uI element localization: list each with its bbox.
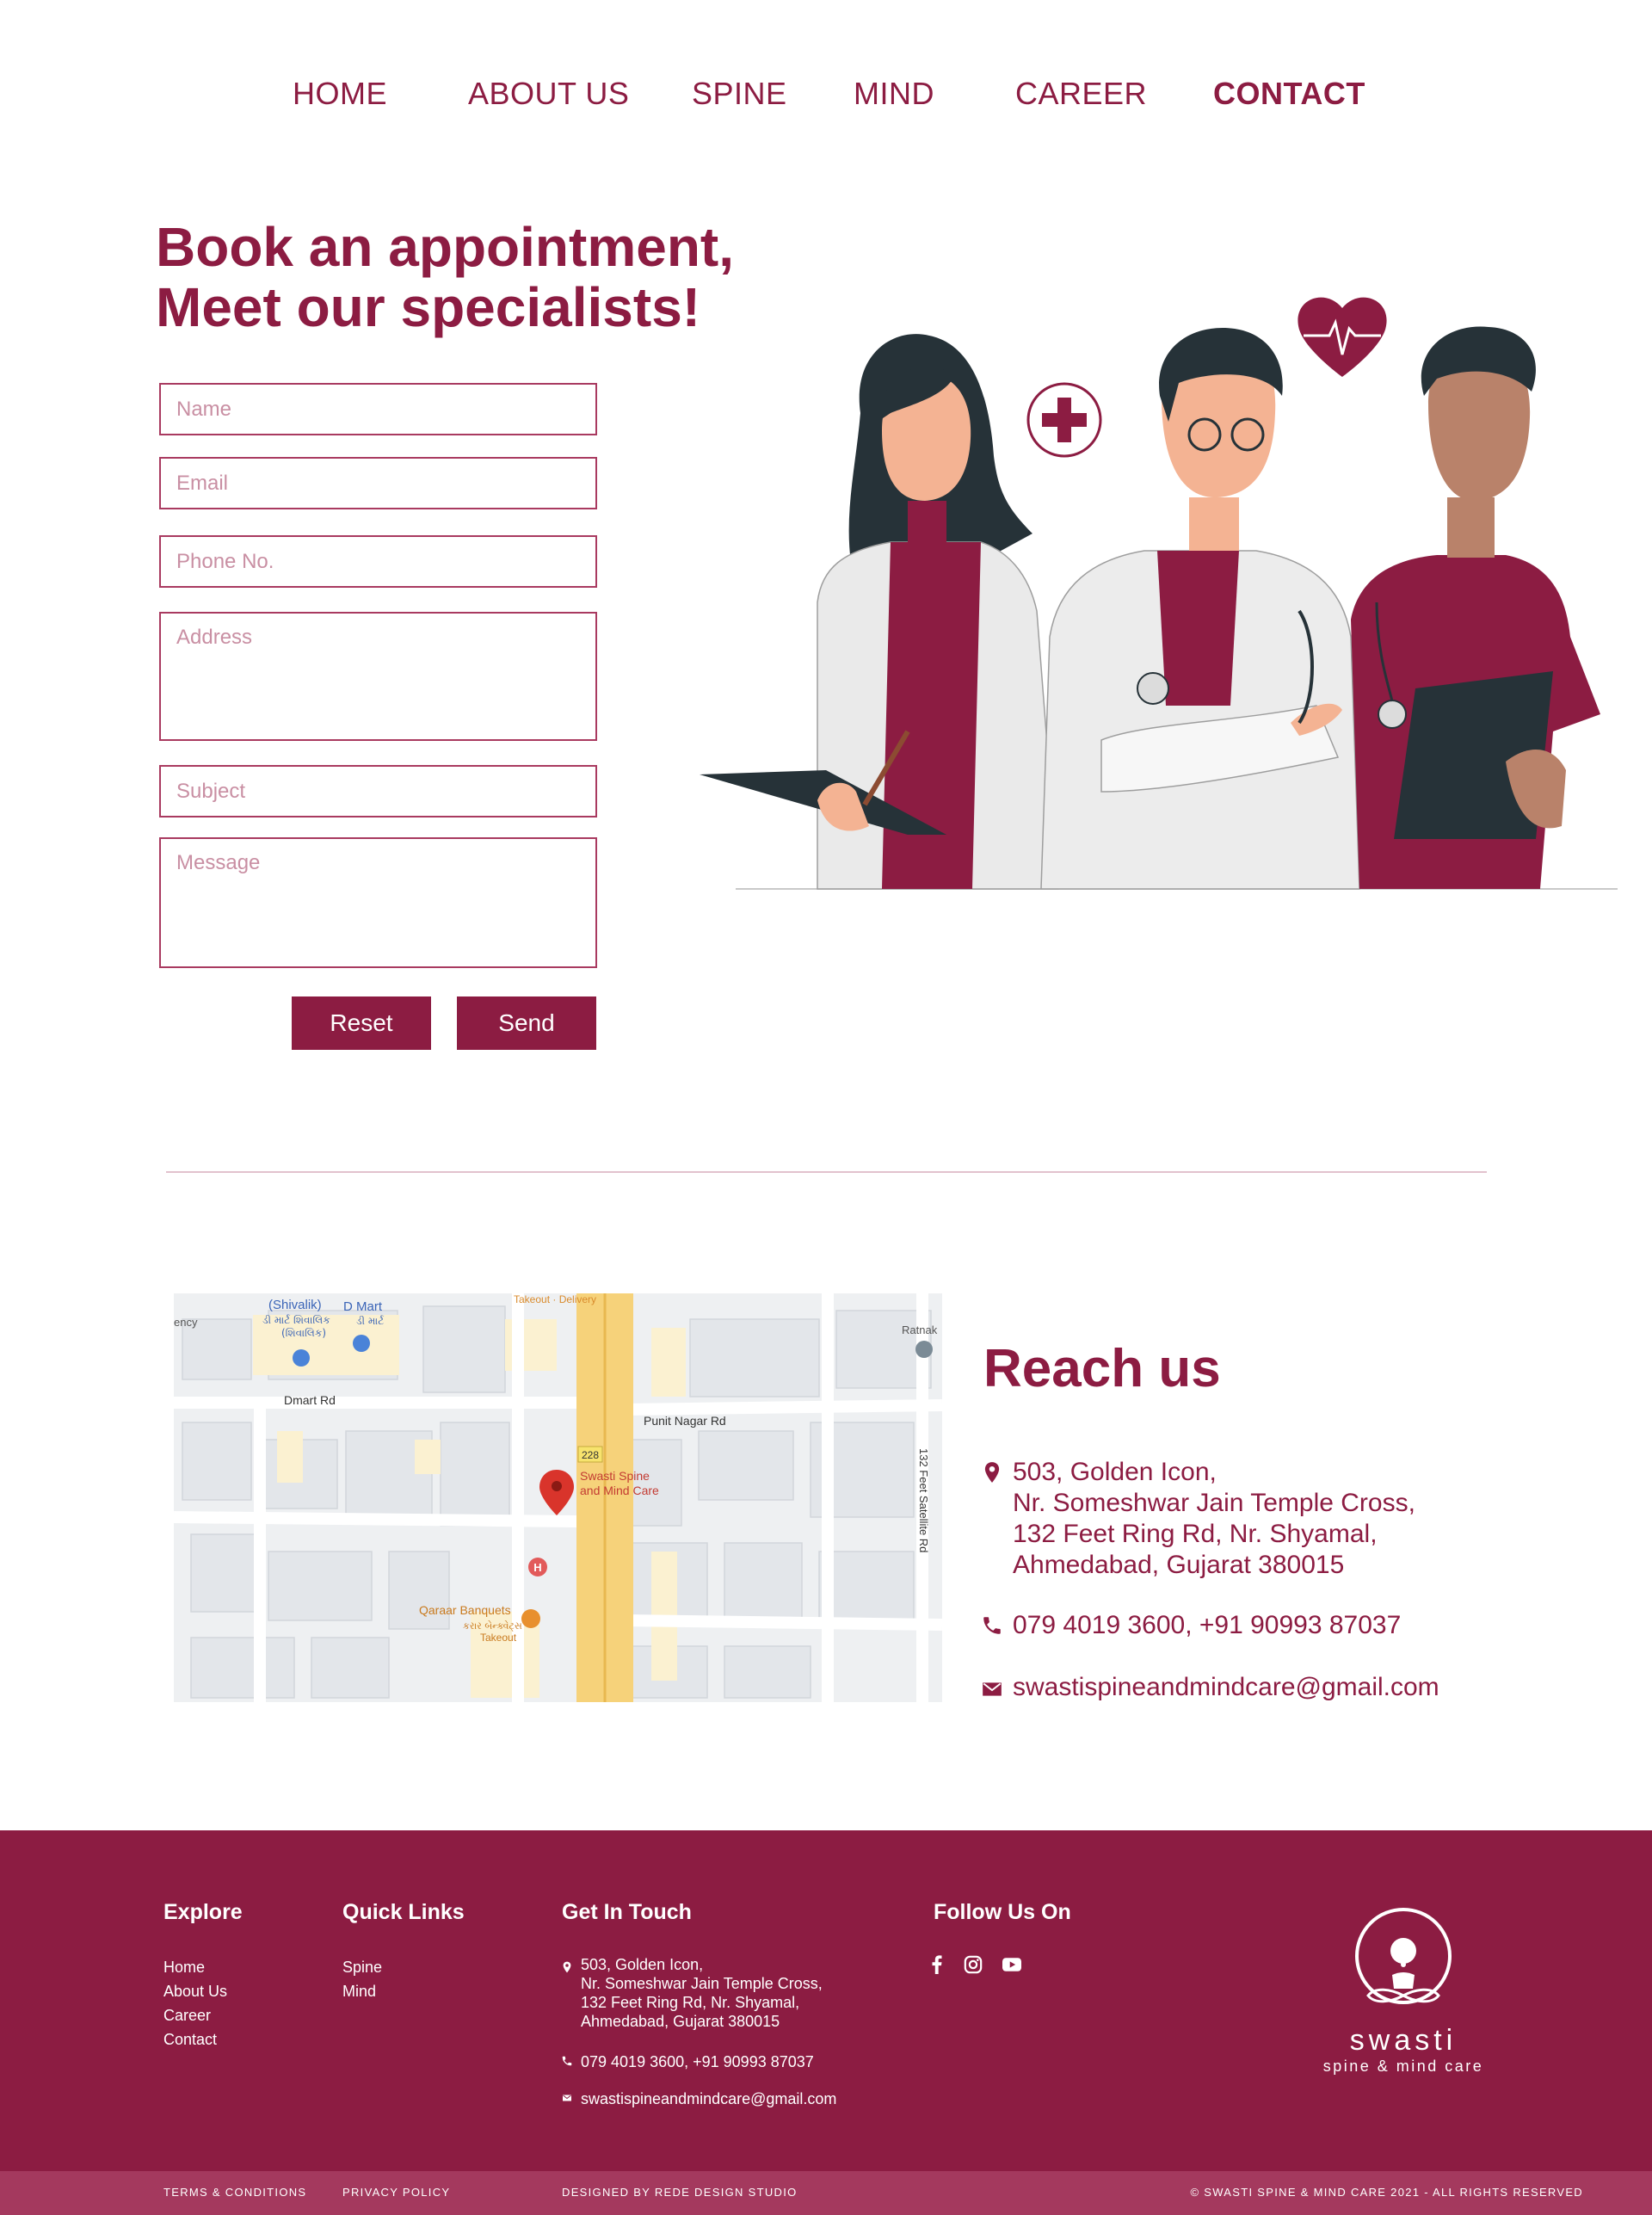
footer-quick-links-title: Quick Links	[342, 1900, 465, 1924]
logo-wordmark: swasti	[1349, 2024, 1458, 2057]
footer-email[interactable]: swastispineandmindcare@gmail.com	[581, 2087, 836, 2111]
footer-address-line: Ahmedabad, Gujarat 380015	[581, 2013, 780, 2030]
nav-home[interactable]: HOME	[293, 76, 387, 112]
footer-explore-list: Home About Us Career Contact	[163, 1955, 227, 2051]
send-button[interactable]: Send	[457, 996, 596, 1050]
heart-icon	[1298, 297, 1387, 377]
reach-email[interactable]: swastispineandmindcare@gmail.com	[1013, 1672, 1439, 1703]
footer-link-spine[interactable]: Spine	[342, 1955, 382, 1979]
map-label-qaraar-sub: કરાર બેન્ક્વેટ્સ	[463, 1620, 522, 1632]
footer-address-line: 503, Golden Icon,	[581, 1956, 704, 1973]
facebook-icon[interactable]	[931, 1955, 943, 1974]
map-label-punit-nagar: Punit Nagar Rd	[644, 1414, 726, 1428]
logo-tagline: spine & mind care	[1322, 2058, 1484, 2075]
place-pin-icon	[915, 1341, 933, 1358]
page-title: Book an appointment, Meet our specialist…	[156, 217, 734, 337]
male-nurse	[1351, 326, 1600, 889]
map-label-shivalik-sub2: (શિવાલિક)	[281, 1327, 326, 1339]
address-line: Ahmedabad, Gujarat 380015	[1013, 1551, 1345, 1579]
footer-get-in-touch-title: Get In Touch	[562, 1900, 692, 1924]
section-divider	[166, 1171, 1487, 1173]
main-nav: HOME ABOUT US SPINE MIND CAREER CONTACT	[0, 76, 1652, 119]
nav-spine[interactable]: SPINE	[692, 76, 787, 112]
address-input[interactable]	[159, 612, 597, 741]
address-line: 132 Feet Ring Rd, Nr. Shyamal,	[1013, 1520, 1378, 1548]
mail-icon	[983, 1682, 1002, 1696]
location-icon	[984, 1462, 1000, 1483]
footer-link-home[interactable]: Home	[163, 1955, 227, 1979]
footer-address: 503, Golden Icon, Nr. Someshwar Jain Tem…	[581, 1955, 823, 2031]
nav-mind[interactable]: MIND	[854, 76, 934, 112]
name-input[interactable]	[159, 383, 597, 435]
title-line-1: Book an appointment,	[156, 216, 734, 278]
restaurant-pin-icon	[521, 1609, 540, 1628]
shopping-pin-icon	[353, 1335, 370, 1352]
map-pin-label-2: and Mind Care	[580, 1484, 659, 1497]
map-label-takeout-top: Takeout · Delivery	[514, 1293, 596, 1305]
email-input[interactable]	[159, 457, 597, 509]
title-line-2: Meet our specialists!	[156, 276, 701, 338]
map-label-shivalik: (Shivalik)	[268, 1298, 322, 1312]
footer-explore-title: Explore	[163, 1900, 243, 1924]
location-map[interactable]: 228 (Shivalik) ડી માર્ટ શિવાલિક (શિવાલિક…	[174, 1293, 942, 1702]
footer-quick-links-list: Spine Mind	[342, 1955, 382, 2003]
reach-us-title: Reach us	[983, 1339, 1221, 1398]
phone-icon	[983, 1617, 1001, 1634]
phone-input[interactable]	[159, 535, 597, 588]
map-label-satellite-rd: 132 Feet Satellite Rd	[917, 1448, 930, 1552]
map-label-qaraar: Qaraar Banquets	[419, 1603, 511, 1617]
map-label-shivalik-sub1: ડી માર્ટ શિવાલિક	[262, 1314, 330, 1326]
footer-follow-title: Follow Us On	[934, 1900, 1071, 1924]
map-label-ratnak: Ratnak	[902, 1323, 938, 1336]
footer-link-mind[interactable]: Mind	[342, 1979, 382, 2003]
designed-by-credit[interactable]: DESIGNED BY REDE DESIGN STUDIO	[562, 2186, 798, 2199]
instagram-icon[interactable]	[964, 1955, 983, 1974]
message-input[interactable]	[159, 837, 597, 968]
medical-cross-icon	[1026, 382, 1102, 458]
map-label-takeout: Takeout	[480, 1632, 517, 1644]
map-label-ency: ency	[174, 1316, 198, 1329]
map-canvas: 228 (Shivalik) ડી માર્ટ શિવાલિક (શિવાલિક…	[174, 1293, 942, 1702]
terms-link[interactable]: TERMS & CONDITIONS	[163, 2186, 306, 2199]
footer-address-line: Nr. Someshwar Jain Temple Cross,	[581, 1975, 823, 1992]
map-label-dmart: D Mart	[343, 1299, 383, 1314]
youtube-icon[interactable]	[1002, 1958, 1021, 1971]
map-pin-label-1: Swasti Spine	[580, 1469, 650, 1483]
nav-contact[interactable]: CONTACT	[1213, 76, 1365, 112]
nav-about-us[interactable]: ABOUT US	[468, 76, 629, 112]
map-label-dmart-sub: ડી માર્ટ	[356, 1315, 384, 1327]
footer-address-line: 132 Feet Ring Rd, Nr. Shyamal,	[581, 1994, 800, 2011]
subject-input[interactable]	[159, 765, 597, 818]
reach-phone[interactable]: 079 4019 3600, +91 90993 87037	[1013, 1610, 1401, 1641]
nav-career[interactable]: CAREER	[1015, 76, 1147, 112]
map-label-dmart-rd: Dmart Rd	[284, 1393, 336, 1407]
footer-link-about-us[interactable]: About Us	[163, 1979, 227, 2003]
footer-link-career[interactable]: Career	[163, 2003, 227, 2027]
shopping-pin-icon	[293, 1349, 310, 1367]
reset-button[interactable]: Reset	[292, 996, 431, 1050]
hospital-icon-glyph: H	[533, 1561, 541, 1574]
mail-icon	[563, 2095, 571, 2101]
phone-icon	[562, 2056, 572, 2066]
female-doctor	[700, 334, 1059, 890]
address-line: Nr. Someshwar Jain Temple Cross,	[1013, 1489, 1415, 1517]
privacy-policy-link[interactable]: PRIVACY POLICY	[342, 2186, 450, 2199]
footer-link-contact[interactable]: Contact	[163, 2027, 227, 2051]
footer-phone[interactable]: 079 4019 3600, +91 90993 87037	[581, 2050, 814, 2074]
road-number-label: 228	[582, 1449, 599, 1461]
doctors-illustration	[700, 297, 1618, 890]
location-icon	[563, 1961, 571, 1973]
copyright-text: © SWASTI SPINE & MIND CARE 2021 - ALL RI…	[1190, 2186, 1583, 2199]
address-line: 503, Golden Icon,	[1013, 1458, 1217, 1486]
reach-address: 503, Golden Icon, Nr. Someshwar Jain Tem…	[1013, 1457, 1415, 1581]
swasti-logo-icon	[1355, 1908, 1452, 2004]
